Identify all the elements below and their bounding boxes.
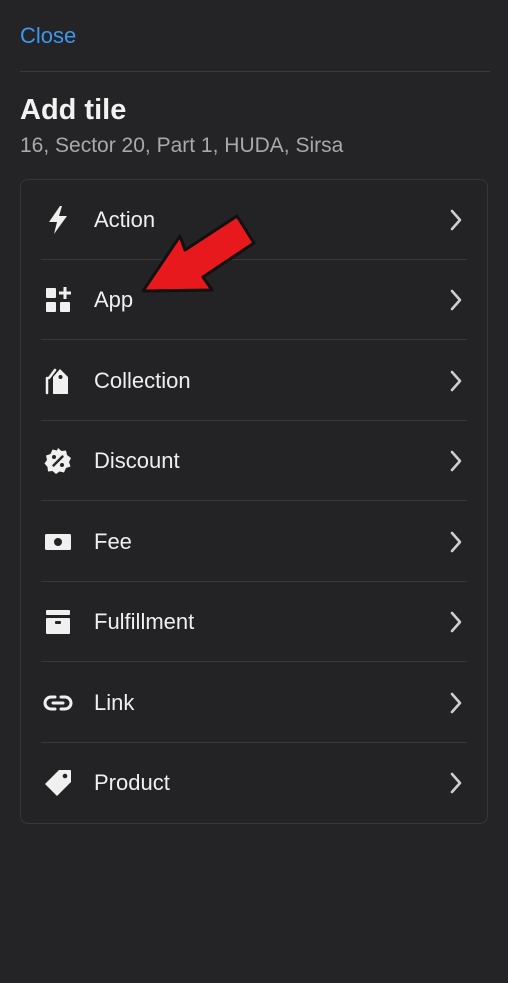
tile-option-label: Fulfillment bbox=[94, 609, 195, 634]
discount-badge-icon bbox=[43, 446, 73, 476]
lightning-icon bbox=[43, 205, 73, 235]
tile-option-fulfillment[interactable]: Fulfillment bbox=[21, 582, 487, 662]
divider bbox=[41, 500, 467, 501]
top-bar: Close bbox=[0, 0, 508, 72]
fulfillment-box-icon bbox=[43, 607, 73, 637]
tile-type-list: Action App Collection Discount Fee Fulfi… bbox=[20, 179, 488, 824]
collection-tag-icon bbox=[43, 366, 73, 396]
tile-option-fee[interactable]: Fee bbox=[21, 502, 487, 582]
divider bbox=[41, 661, 467, 662]
apps-grid-icon bbox=[43, 285, 73, 315]
tile-option-collection[interactable]: Collection bbox=[21, 341, 487, 421]
chevron-right-icon bbox=[450, 289, 462, 311]
product-tag-icon bbox=[43, 768, 73, 798]
tile-option-discount[interactable]: Discount bbox=[21, 421, 487, 501]
divider bbox=[41, 339, 467, 340]
chevron-right-icon bbox=[450, 450, 462, 472]
tile-option-label: Action bbox=[94, 207, 156, 232]
tile-option-label: Link bbox=[94, 690, 135, 715]
location-subtitle: 16, Sector 20, Part 1, HUDA, Sirsa bbox=[20, 134, 344, 157]
link-icon bbox=[43, 688, 73, 718]
close-button[interactable]: Close bbox=[20, 22, 76, 50]
tile-option-app[interactable]: App bbox=[21, 260, 487, 340]
tile-option-label: App bbox=[94, 287, 134, 312]
tile-option-label: Discount bbox=[94, 448, 180, 473]
chevron-right-icon bbox=[450, 370, 462, 392]
tile-option-label: Collection bbox=[94, 368, 191, 393]
chevron-right-icon bbox=[450, 611, 462, 633]
chevron-right-icon bbox=[450, 209, 462, 231]
tile-option-link[interactable]: Link bbox=[21, 663, 487, 743]
chevron-right-icon bbox=[450, 531, 462, 553]
chevron-right-icon bbox=[450, 692, 462, 714]
tile-option-label: Product bbox=[94, 770, 170, 795]
page-title: Add tile bbox=[20, 94, 127, 126]
tile-option-action[interactable]: Action bbox=[21, 180, 487, 260]
divider bbox=[20, 71, 490, 72]
chevron-right-icon bbox=[450, 772, 462, 794]
tile-option-label: Fee bbox=[94, 529, 132, 554]
cash-icon bbox=[43, 527, 73, 557]
tile-option-product[interactable]: Product bbox=[21, 743, 487, 823]
